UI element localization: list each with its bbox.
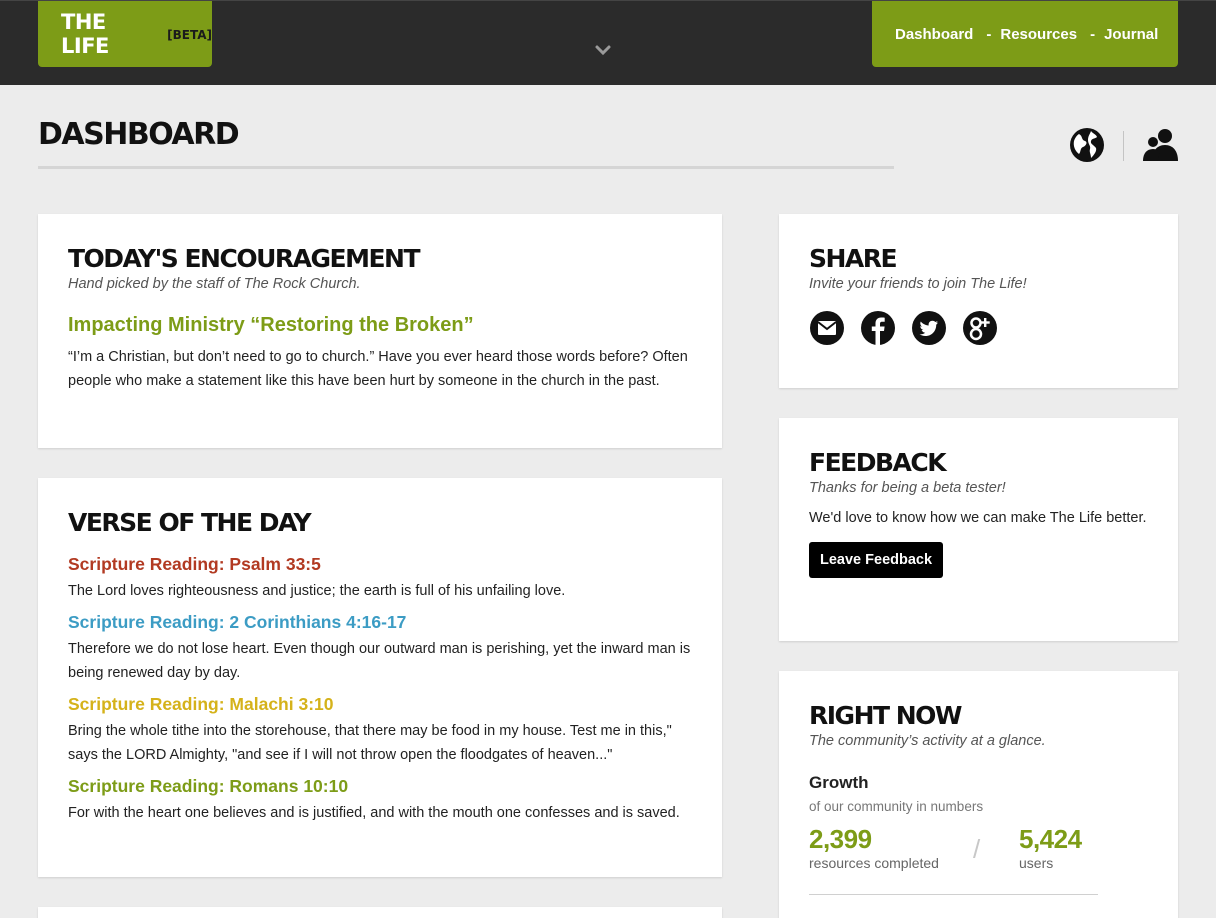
leave-feedback-button[interactable]: Leave Feedback — [809, 542, 944, 578]
verse-link-corinthians[interactable]: Scripture Reading: 2 Corinthians 4:16-17 — [68, 612, 692, 633]
facebook-icon[interactable] — [860, 310, 896, 346]
encouragement-heading: TODAY'S ENCOURAGEMENT — [68, 244, 421, 273]
stat-label: users — [1019, 855, 1054, 871]
stats-divider — [809, 894, 1098, 895]
nav-resources[interactable]: Resources — [1000, 26, 1077, 43]
verse-text: Therefore we do not lose heart. Even tho… — [68, 641, 691, 681]
verse-link-malachi[interactable]: Scripture Reading: Malachi 3:10 — [68, 694, 692, 715]
right-now-subtitle: The community’s activity at a glance. — [809, 733, 1046, 749]
feedback-heading: FEEDBACK — [809, 448, 947, 477]
verse-link-romans[interactable]: Scripture Reading: Romans 10:10 — [68, 776, 692, 797]
chevron-down-icon[interactable] — [594, 41, 612, 59]
nav-separator: - — [986, 25, 992, 43]
growth-stats: 2,399 resources completed / 5,424 users — [809, 824, 1148, 895]
logo-text: THE LIFE — [61, 10, 109, 58]
google-plus-icon[interactable] — [962, 310, 998, 346]
logo[interactable]: THE LIFE [BETA] — [38, 1, 212, 67]
user-icon[interactable] — [1143, 127, 1179, 163]
verse-heading: VERSE OF THE DAY — [68, 508, 312, 537]
email-icon[interactable] — [809, 310, 845, 346]
growth-subtitle: of our community in numbers — [809, 799, 984, 814]
stat-value: 2,399 — [809, 824, 872, 854]
feedback-text: We'd love to know how we can make The Li… — [809, 510, 1147, 526]
encouragement-subtitle: Hand picked by the staff of The Rock Chu… — [68, 276, 361, 292]
page-title: DASHBOARD — [38, 117, 240, 152]
nav-separator: - — [1090, 25, 1096, 43]
verse-text: The Lord loves righteousness and justice… — [68, 583, 566, 599]
stat-value: 5,424 — [1019, 824, 1082, 854]
feedback-card: FEEDBACK Thanks for being a beta tester!… — [779, 418, 1178, 641]
verse-card: VERSE OF THE DAY Scripture Reading: Psal… — [38, 478, 722, 877]
stat-resources: 2,399 resources completed — [809, 824, 939, 871]
beta-badge: [BETA] — [167, 28, 212, 42]
twitter-icon[interactable] — [911, 310, 947, 346]
verse-text: For with the heart one believes and is j… — [68, 805, 680, 821]
share-card: SHARE Invite your friends to join The Li… — [779, 214, 1178, 388]
share-heading: SHARE — [809, 244, 898, 273]
feedback-subtitle: Thanks for being a beta tester! — [809, 480, 1006, 496]
title-divider — [38, 166, 894, 169]
nav-journal[interactable]: Journal — [1104, 26, 1158, 43]
growth-title: Growth — [809, 773, 869, 792]
icon-divider — [1123, 131, 1124, 161]
encouragement-article-link[interactable]: Impacting Ministry “Restoring the Broken… — [68, 314, 692, 337]
verse-link-psalm[interactable]: Scripture Reading: Psalm 33:5 — [68, 554, 692, 575]
verse-text: Bring the whole tithe into the storehous… — [68, 723, 672, 763]
share-icons — [809, 310, 1148, 346]
encouragement-article-text: “I’m a Christian, but don’t need to go t… — [68, 349, 688, 389]
next-card — [38, 907, 722, 918]
globe-icon[interactable] — [1069, 127, 1105, 163]
share-subtitle: Invite your friends to join The Life! — [809, 276, 1027, 292]
stat-users: 5,424 users — [1019, 824, 1082, 871]
nav-dashboard[interactable]: Dashboard — [895, 26, 973, 43]
right-now-card: RIGHT NOW The community’s activity at a … — [779, 671, 1178, 918]
right-now-heading: RIGHT NOW — [809, 701, 963, 730]
top-bar: THE LIFE [BETA] Dashboard - Resources - … — [0, 0, 1216, 85]
encouragement-card: TODAY'S ENCOURAGEMENT Hand picked by the… — [38, 214, 722, 448]
stat-label: resources completed — [809, 855, 939, 871]
main-nav: Dashboard - Resources - Journal — [872, 1, 1178, 67]
stat-separator: / — [973, 834, 981, 864]
